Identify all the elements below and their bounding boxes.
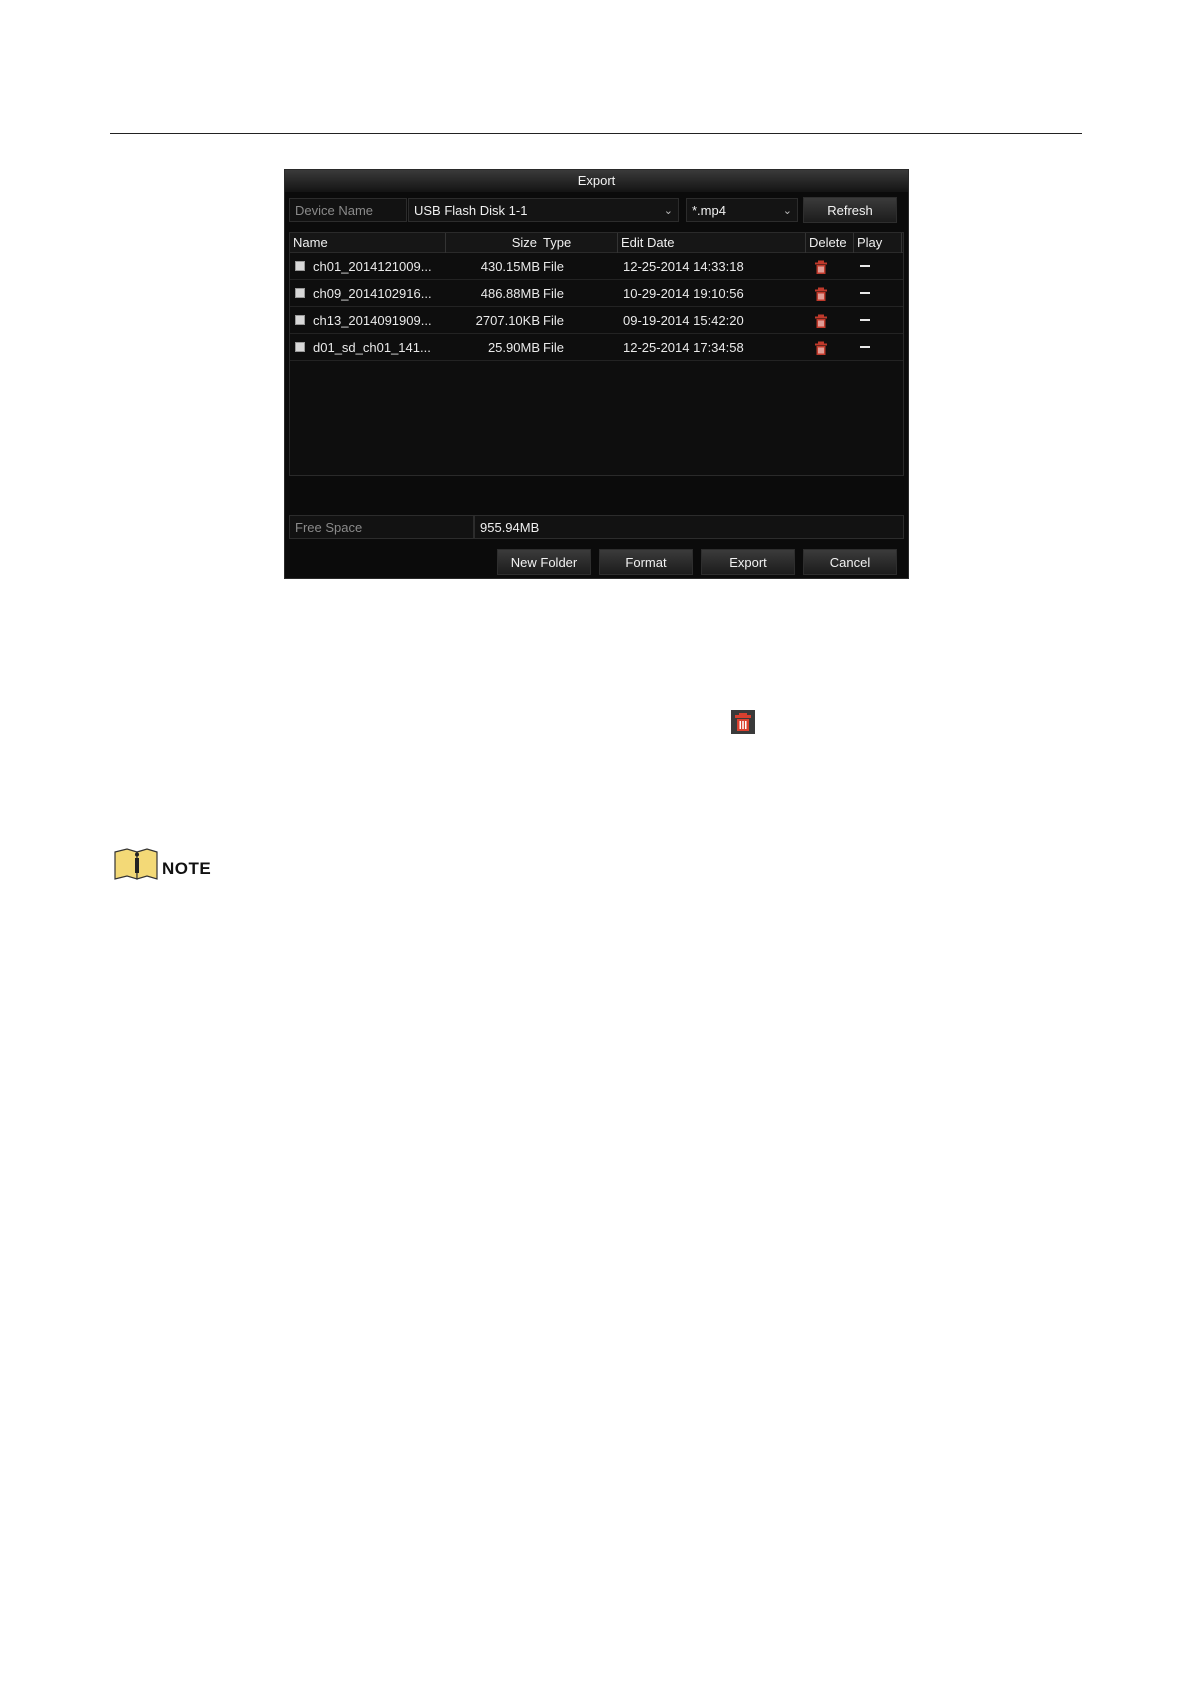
file-name: d01_sd_ch01_141... (313, 340, 431, 355)
file-edit-date: 10-29-2014 19:10:56 (623, 286, 744, 301)
table-row[interactable]: ch09_2014102916... 486.88MB File 10-29-2… (290, 280, 903, 307)
file-edit-date: 12-25-2014 14:33:18 (623, 259, 744, 274)
column-header-delete[interactable]: Delete (806, 233, 854, 253)
chevron-down-icon: ⌄ (782, 205, 792, 217)
row-checkbox[interactable] (295, 315, 305, 325)
device-name-value: USB Flash Disk 1-1 (414, 203, 528, 218)
dialog-title: Export (285, 170, 908, 192)
export-dialog: Export Device Name USB Flash Disk 1-1 ⌄ … (284, 169, 909, 579)
file-size: 486.88MB (480, 286, 540, 301)
column-header-play[interactable]: Play (854, 233, 902, 253)
export-button[interactable]: Export (701, 549, 795, 575)
play-unavailable-icon (860, 319, 870, 321)
row-checkbox[interactable] (295, 342, 305, 352)
file-list-header: Name Size Type Edit Date Delete Play (290, 233, 903, 253)
play-unavailable-icon (860, 292, 870, 294)
column-header-name[interactable]: Name (290, 233, 446, 253)
trash-icon[interactable] (814, 287, 828, 301)
column-header-type[interactable]: Type (540, 233, 618, 253)
chevron-down-icon: ⌄ (663, 205, 673, 217)
new-folder-button[interactable]: New Folder (497, 549, 591, 575)
column-header-size[interactable]: Size (446, 233, 540, 253)
file-size: 25.90MB (487, 340, 540, 355)
row-checkbox[interactable] (295, 261, 305, 271)
file-name: ch13_2014091909... (313, 313, 432, 328)
play-unavailable-icon (860, 265, 870, 267)
free-space-label: Free Space (289, 515, 474, 539)
file-type: File (543, 259, 564, 274)
trash-icon[interactable] (814, 260, 828, 274)
table-row[interactable]: d01_sd_ch01_141... 25.90MB File 12-25-20… (290, 334, 903, 361)
table-row[interactable]: ch01_2014121009... 430.15MB File 12-25-2… (290, 253, 903, 280)
play-unavailable-icon (860, 346, 870, 348)
file-edit-date: 12-25-2014 17:34:58 (623, 340, 744, 355)
row-checkbox[interactable] (295, 288, 305, 298)
refresh-button[interactable]: Refresh (803, 197, 897, 223)
note-label: NOTE (162, 859, 212, 878)
file-name: ch09_2014102916... (313, 286, 432, 301)
file-name: ch01_2014121009... (313, 259, 432, 274)
file-type-value: *.mp4 (692, 203, 726, 218)
file-size: 2707.10KB (475, 313, 540, 328)
trash-icon (731, 710, 755, 734)
page-header-rule (110, 133, 1082, 134)
cancel-button[interactable]: Cancel (803, 549, 897, 575)
free-space-value: 955.94MB (474, 515, 904, 539)
format-button[interactable]: Format (599, 549, 693, 575)
trash-icon[interactable] (814, 314, 828, 328)
file-type-select[interactable]: *.mp4 ⌄ (686, 198, 798, 222)
file-size: 430.15MB (480, 259, 540, 274)
file-type: File (543, 313, 564, 328)
trash-icon[interactable] (814, 341, 828, 355)
device-name-select[interactable]: USB Flash Disk 1-1 ⌄ (408, 198, 679, 222)
file-list: Name Size Type Edit Date Delete Play ch0… (289, 232, 904, 476)
column-header-edit-date[interactable]: Edit Date (618, 233, 806, 253)
file-edit-date: 09-19-2014 15:42:20 (623, 313, 744, 328)
file-type: File (543, 286, 564, 301)
device-name-label: Device Name (289, 198, 407, 222)
note-info-icon (114, 848, 158, 880)
table-row[interactable]: ch13_2014091909... 2707.10KB File 09-19-… (290, 307, 903, 334)
file-type: File (543, 340, 564, 355)
